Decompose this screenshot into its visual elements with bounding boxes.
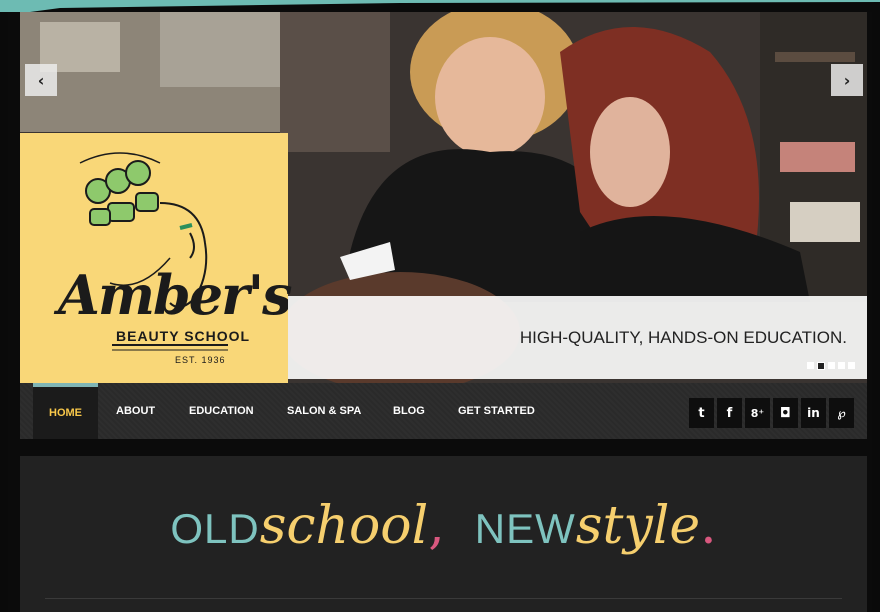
google-plus-icon[interactable]: 8⁺ <box>745 398 770 428</box>
tagline-school: school <box>259 496 429 556</box>
slider-dot[interactable] <box>807 362 814 369</box>
slider-dot[interactable] <box>848 362 855 369</box>
nav-salon-spa[interactable]: SALON & SPA <box>287 383 361 439</box>
slider-dot[interactable] <box>828 362 835 369</box>
facebook-icon[interactable]: f <box>717 398 742 428</box>
tagline-comma: , <box>428 496 445 556</box>
pinterest-icon[interactable]: ℘ <box>829 398 854 428</box>
nav-home[interactable]: HOME <box>33 383 98 439</box>
logo-est-text: EST. 1936 <box>175 355 226 365</box>
slider-dot[interactable] <box>838 362 845 369</box>
tagline-old: OLD <box>170 505 260 552</box>
slider-pagination <box>807 362 855 370</box>
nav-about[interactable]: ABOUT <box>116 383 155 439</box>
logo-script-text: Amber's <box>58 263 293 327</box>
twitter-icon[interactable]: t <box>689 398 714 428</box>
instagram-icon[interactable]: ◘ <box>773 398 798 428</box>
linkedin-icon[interactable]: in <box>801 398 826 428</box>
nav-education[interactable]: EDUCATION <box>189 383 254 439</box>
nav-blog[interactable]: BLOG <box>393 383 425 439</box>
logo-school-text: BEAUTY SCHOOL <box>116 328 251 344</box>
hero-slider: ‹ › Amber's BEAUTY SCHOOL EST. 1936 HIGH… <box>20 12 867 383</box>
nav-get-started[interactable]: GET STARTED <box>458 383 535 439</box>
slider-dot-active[interactable] <box>817 362 825 370</box>
slide-caption-text: HIGH-QUALITY, HANDS-ON EDUCATION. <box>519 328 847 347</box>
logo-woman-illustration <box>79 152 228 351</box>
tagline-dot: . <box>700 496 717 556</box>
slider-next-button[interactable]: › <box>831 64 863 96</box>
tagline-panel: OLDschool, NEWstyle. <box>20 456 867 612</box>
tagline-new: NEW <box>474 505 576 552</box>
tagline-style: style <box>575 496 701 556</box>
school-logo[interactable]: Amber's BEAUTY SCHOOL EST. 1936 <box>20 133 293 383</box>
tagline-heading: OLDschool, NEWstyle. <box>20 496 867 556</box>
social-links: t f 8⁺ ◘ in ℘ <box>689 398 854 428</box>
main-navigation: HOME ABOUT EDUCATION SALON & SPA BLOG GE… <box>20 383 867 439</box>
section-divider <box>45 598 842 599</box>
slide-caption: HIGH-QUALITY, HANDS-ON EDUCATION. <box>288 296 867 379</box>
slider-prev-button[interactable]: ‹ <box>25 64 57 96</box>
